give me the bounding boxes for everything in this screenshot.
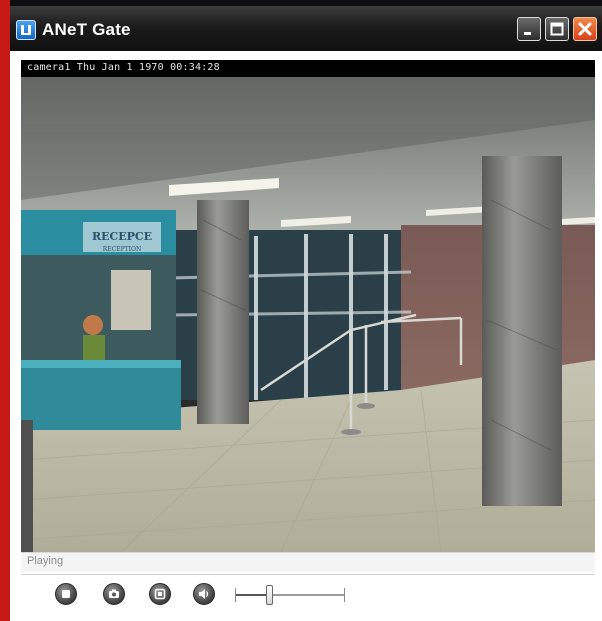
- close-icon: [578, 22, 592, 36]
- speaker-icon: [199, 589, 209, 599]
- volume-slider-start-tick: [235, 588, 236, 602]
- volume-slider-thumb[interactable]: [266, 585, 273, 605]
- camera-feed-image: RECEPCE RECEPTION: [21, 60, 595, 552]
- svg-text:RECEPCE: RECEPCE: [92, 230, 152, 243]
- video-overlay-timestamp: camera1 Thu Jan 1 1970 00:34:28: [27, 62, 220, 73]
- window-title: ANeT Gate: [42, 20, 131, 39]
- snapshot-button[interactable]: [103, 583, 125, 605]
- fullscreen-button[interactable]: [149, 583, 171, 605]
- maximize-button[interactable]: [545, 17, 569, 41]
- app-logo-icon: [16, 20, 36, 40]
- maximize-icon: [550, 22, 564, 36]
- desktop-edge: [0, 0, 10, 621]
- stop-button[interactable]: [55, 583, 77, 605]
- status-bar: Playing: [21, 552, 595, 572]
- minimize-icon: [524, 32, 531, 35]
- volume-slider[interactable]: [235, 583, 345, 607]
- playback-status: Playing: [27, 555, 64, 567]
- camera-icon: [109, 589, 119, 598]
- volume-button[interactable]: [193, 583, 215, 605]
- volume-slider-end-tick: [344, 588, 345, 602]
- close-button[interactable]: [573, 17, 597, 41]
- svg-text:RECEPTION: RECEPTION: [103, 246, 141, 253]
- camera-video-view[interactable]: RECEPCE RECEPTION camera1 Thu Jan 1 1970…: [21, 60, 595, 552]
- minimize-button[interactable]: [517, 17, 541, 41]
- playback-controls: [21, 574, 595, 615]
- title-bar[interactable]: ANeT Gate: [10, 6, 602, 51]
- volume-slider-fill: [235, 594, 269, 596]
- stop-icon: [62, 590, 70, 598]
- fullscreen-icon: [154, 588, 166, 600]
